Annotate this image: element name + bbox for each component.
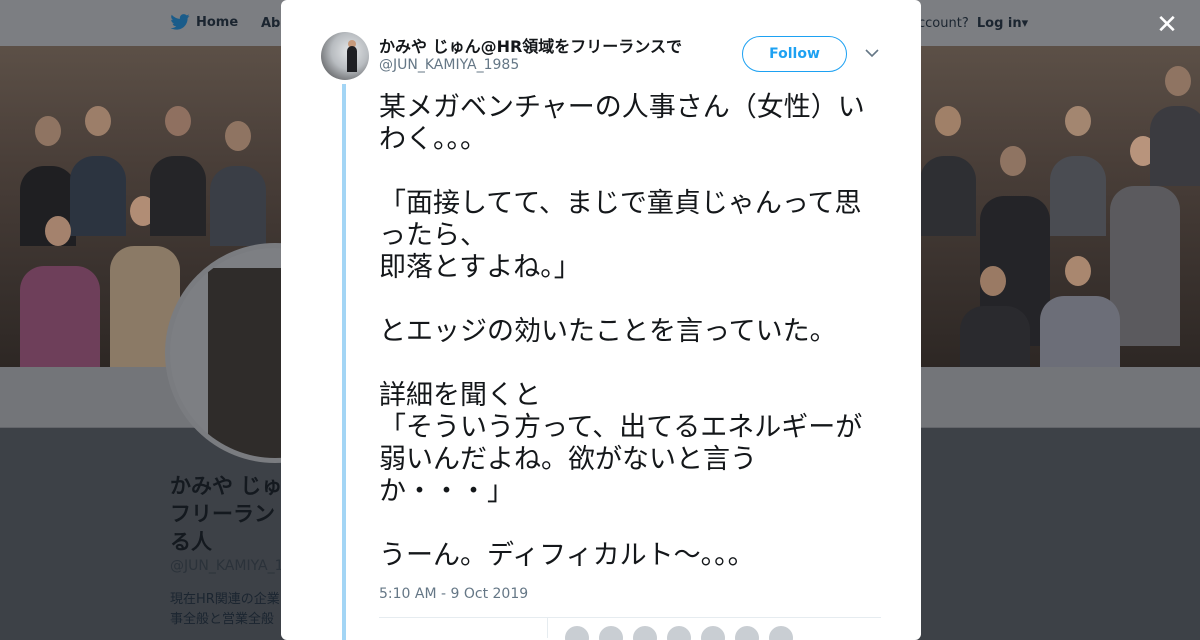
login-area: ccount? Log in▾: [918, 16, 1028, 31]
nav-home-link[interactable]: Home: [170, 14, 238, 30]
liker-avatars: [563, 624, 795, 640]
caret-down-icon: ▾: [1021, 16, 1029, 31]
author-handle[interactable]: @JUN_KAMIYA_1985: [379, 57, 519, 73]
tweet-timestamp[interactable]: 5:10 AM - 9 Oct 2019: [379, 586, 528, 602]
avatar[interactable]: [665, 624, 693, 640]
author-name[interactable]: かみや じゅん@HR領域をフリーランスで: [379, 33, 689, 57]
tweet-modal: かみや じゅん@HR領域をフリーランスで @JUN_KAMIYA_1985 Fo…: [281, 0, 921, 640]
author-avatar[interactable]: [321, 32, 369, 80]
avatar[interactable]: [597, 624, 625, 640]
profile-bio: 現在HR関連の企業 事全般と営業全般: [170, 592, 280, 627]
avatar[interactable]: [699, 624, 727, 640]
avatar[interactable]: [733, 624, 761, 640]
follow-button[interactable]: Follow: [742, 36, 847, 72]
profile-handle: @JUN_KAMIYA_1: [170, 558, 284, 574]
divider: [547, 618, 548, 638]
login-link[interactable]: Log in: [977, 16, 1022, 31]
tweet-text: 某メガベンチャーの人事さん（女性）いわく。。。 「面接してて、まじで童貞じゃんっ…: [379, 92, 865, 571]
chevron-down-icon[interactable]: [865, 48, 879, 58]
nav-home-label: Home: [196, 14, 239, 30]
avatar[interactable]: [631, 624, 659, 640]
account-prompt: ccount?: [918, 16, 969, 31]
avatar[interactable]: [767, 624, 795, 640]
close-icon[interactable]: ✕: [1154, 12, 1180, 38]
twitter-bird-icon: [170, 14, 190, 30]
thread-line: [342, 84, 346, 640]
avatar[interactable]: [563, 624, 591, 640]
divider: [379, 617, 881, 618]
profile-name: かみや じゅ フリーラン る人: [170, 474, 283, 554]
